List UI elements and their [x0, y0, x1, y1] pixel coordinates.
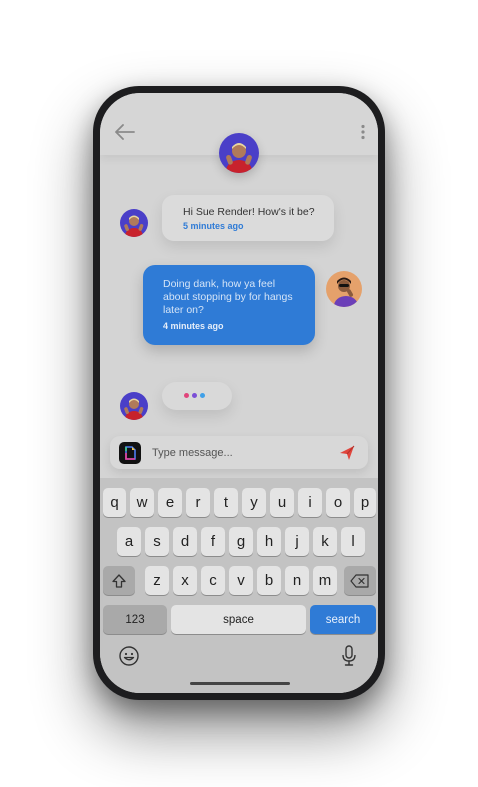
message-timestamp: 4 minutes ago: [163, 321, 224, 331]
user-avatar: [326, 271, 362, 307]
key-n[interactable]: n: [285, 566, 309, 595]
key-u[interactable]: u: [270, 488, 294, 517]
search-key[interactable]: search: [310, 605, 376, 634]
user-avatar-image: [334, 277, 358, 307]
key-k[interactable]: k: [313, 527, 337, 556]
typing-dot: [200, 393, 205, 398]
sender-avatar: [120, 392, 148, 420]
emoji-icon[interactable]: [118, 645, 140, 667]
key-v[interactable]: v: [229, 566, 253, 595]
key-h[interactable]: h: [257, 527, 281, 556]
phone-frame: Hi Sue Render! How's it be? 5 minutes ag…: [93, 86, 385, 700]
send-icon[interactable]: [338, 444, 356, 462]
key-o[interactable]: o: [326, 488, 350, 517]
typing-indicator: [162, 382, 232, 410]
key-b[interactable]: b: [257, 566, 281, 595]
message-text-line: Doing dank, how ya feel: [163, 278, 276, 290]
message-input[interactable]: [152, 443, 332, 463]
shift-icon: [112, 573, 126, 588]
key-r[interactable]: r: [186, 488, 210, 517]
key-j[interactable]: j: [285, 527, 309, 556]
message-timestamp: 5 minutes ago: [183, 221, 244, 231]
microphone-icon[interactable]: [340, 644, 358, 668]
sender-avatar: [120, 209, 148, 237]
key-w[interactable]: w: [130, 488, 154, 517]
message-text: Hi Sue Render! How's it be?: [183, 206, 315, 218]
message-bubble-incoming[interactable]: Hi Sue Render! How's it be? 5 minutes ag…: [162, 195, 334, 241]
typing-dot: [184, 393, 189, 398]
vertical-dots-icon[interactable]: [360, 124, 366, 140]
delete-key[interactable]: [344, 566, 376, 595]
message-bubble-outgoing[interactable]: Doing dank, how ya feel about stopping b…: [143, 265, 315, 345]
chat-screen: Hi Sue Render! How's it be? 5 minutes ag…: [100, 93, 378, 693]
app-icon[interactable]: [119, 442, 141, 464]
app-icon-glyph: [125, 446, 136, 460]
numbers-key[interactable]: 123: [103, 605, 167, 634]
arrow-left-icon[interactable]: [114, 123, 136, 141]
backspace-icon: [350, 573, 369, 588]
key-s[interactable]: s: [145, 527, 169, 556]
key-z[interactable]: z: [145, 566, 169, 595]
contact-avatar[interactable]: [219, 133, 259, 173]
key-i[interactable]: i: [298, 488, 322, 517]
key-g[interactable]: g: [229, 527, 253, 556]
key-f[interactable]: f: [201, 527, 225, 556]
key-x[interactable]: x: [173, 566, 197, 595]
contact-avatar-image: [226, 143, 252, 173]
message-composer: [110, 436, 368, 469]
key-q[interactable]: q: [103, 488, 126, 517]
key-d[interactable]: d: [173, 527, 197, 556]
key-y[interactable]: y: [242, 488, 266, 517]
on-screen-keyboard: q w e r t y u i o p a s d f g h j k l z …: [100, 478, 378, 693]
key-m[interactable]: m: [313, 566, 337, 595]
key-t[interactable]: t: [214, 488, 238, 517]
key-l[interactable]: l: [341, 527, 365, 556]
shift-key[interactable]: [103, 566, 135, 595]
key-e[interactable]: e: [158, 488, 182, 517]
key-a[interactable]: a: [117, 527, 141, 556]
typing-dot: [192, 393, 197, 398]
key-c[interactable]: c: [201, 566, 225, 595]
sender-avatar-image: [124, 215, 144, 237]
sender-avatar-image: [124, 398, 144, 420]
space-key[interactable]: space: [171, 605, 306, 634]
key-p[interactable]: p: [354, 488, 376, 517]
home-indicator[interactable]: [190, 682, 290, 685]
message-text-line: later on?: [163, 304, 204, 316]
message-text-line: about stopping by for hangs: [163, 291, 293, 303]
